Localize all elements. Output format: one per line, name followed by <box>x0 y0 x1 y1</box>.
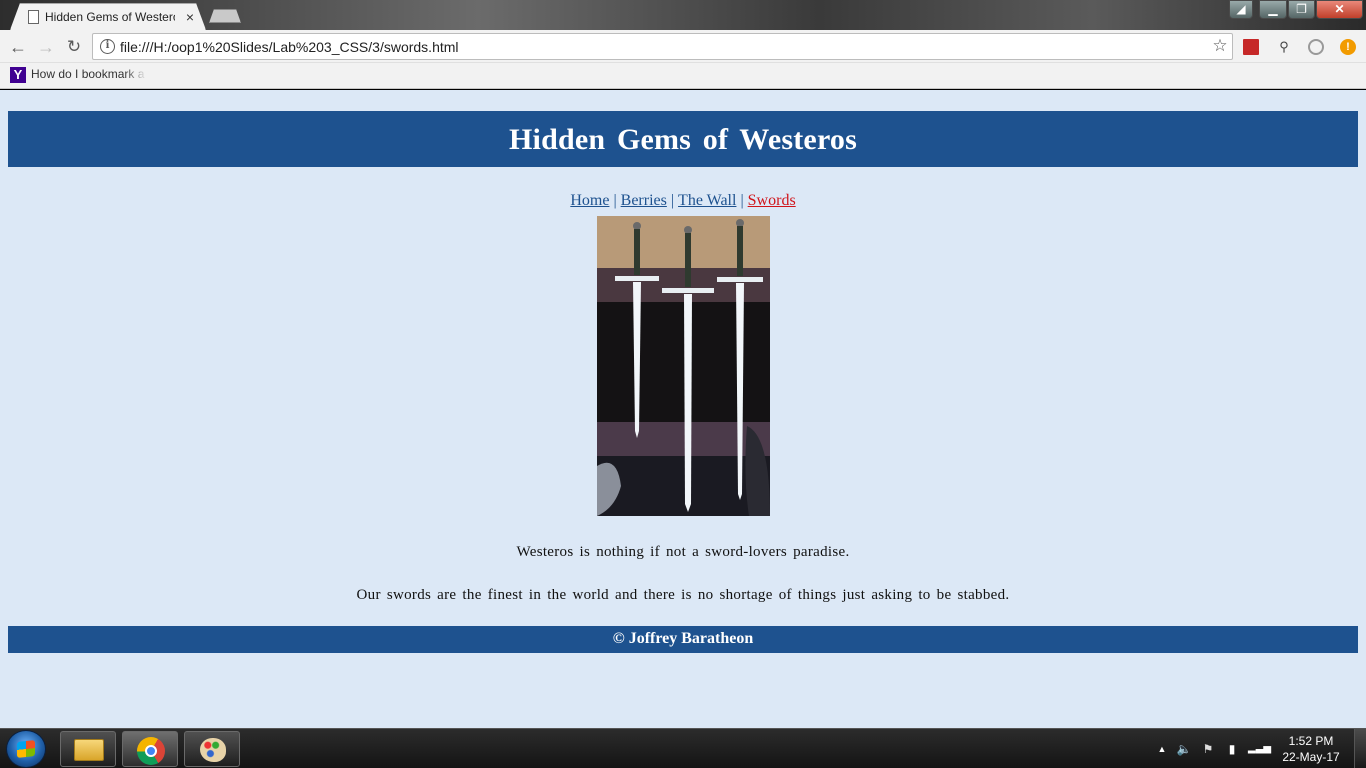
minimize-button[interactable]: ▁ <box>1259 0 1287 19</box>
browser-title-bar: Hidden Gems of Westeros × ◢ ▁ ❐ ✕ <box>0 0 1366 30</box>
address-bar[interactable]: i file:///H:/oop1%20Slides/Lab%203_CSS/3… <box>92 33 1233 60</box>
swords-image-svg <box>597 216 770 516</box>
windows-taskbar: ▲ 🔈 ⚑ ▮ ▂▃▅ 1:52 PM 22-May-17 <box>0 728 1366 768</box>
bookmark-item-label[interactable]: How do I bookmark a <box>31 67 147 83</box>
bookmark-extension-icon[interactable] <box>1243 39 1259 55</box>
taskbar-chrome-button[interactable] <box>122 731 178 767</box>
nav-link-home[interactable]: Home <box>566 192 613 209</box>
taskbar-clock[interactable]: 1:52 PM 22-May-17 <box>1276 733 1346 767</box>
reload-icon[interactable]: ↻ <box>62 35 86 59</box>
search-icon[interactable]: ⚲ <box>1276 39 1292 55</box>
page-favicon-icon <box>28 10 39 24</box>
footer-copyright: © Joffrey Baratheon <box>612 630 754 647</box>
action-center-flag-icon[interactable]: ⚑ <box>1200 741 1216 757</box>
web-page: Hidden Gems of Westeros Home | Berries | The… <box>0 90 1366 728</box>
site-header: Hidden Gems of Westeros <box>8 111 1358 167</box>
forward-arrow-icon[interactable]: → <box>34 35 58 59</box>
profile-button[interactable]: ◢ <box>1229 0 1253 19</box>
cast-extension-icon[interactable] <box>1308 39 1324 55</box>
nav-link-berries[interactable]: Berries <box>617 192 671 209</box>
system-tray: ▲ 🔈 ⚑ ▮ ▂▃▅ <box>1150 737 1272 761</box>
volume-icon[interactable]: 🔈 <box>1176 741 1192 757</box>
clock-time: 1:52 PM <box>1288 734 1334 748</box>
bookmark-star-icon[interactable]: ☆ <box>1211 36 1229 56</box>
intro-paragraph: Westeros is nothing if not a sword-lover… <box>516 544 850 560</box>
bookmarks-bar: Y How do I bookmark a <box>0 63 1366 89</box>
browser-toolbar: ← → ↻ i file:///H:/oop1%20Slides/Lab%203… <box>0 30 1366 63</box>
nav-link-swords[interactable]: Swords <box>744 192 800 209</box>
folder-icon <box>74 739 104 761</box>
description-paragraph: Our swords are the finest in the world a… <box>356 587 1010 603</box>
tab-close-icon[interactable]: × <box>183 9 197 25</box>
swords-image <box>597 216 770 516</box>
show-desktop-button[interactable] <box>1354 729 1366 768</box>
new-tab-button[interactable] <box>209 9 241 23</box>
site-nav: Home | Berries | The Wall | Swords <box>0 192 1366 216</box>
tab-title: Hidden Gems of Westeros <box>45 10 175 24</box>
clock-date: 22-May-17 <box>1282 750 1340 764</box>
browser-tab-active[interactable]: Hidden Gems of Westeros × <box>10 3 206 30</box>
chrome-icon <box>137 737 165 765</box>
site-footer: © Joffrey Baratheon <box>8 626 1358 653</box>
taskbar-paint-button[interactable] <box>184 731 240 767</box>
paint-palette-icon <box>200 738 226 762</box>
taskbar-explorer-button[interactable] <box>60 731 116 767</box>
nav-link-the-wall[interactable]: The Wall <box>674 192 740 209</box>
power-icon[interactable]: ▮ <box>1224 741 1240 757</box>
info-icon[interactable]: i <box>100 39 115 54</box>
back-arrow-icon[interactable]: ← <box>6 35 30 59</box>
page-title: Hidden Gems of Westeros <box>509 123 857 156</box>
yahoo-icon[interactable]: Y <box>10 67 26 83</box>
network-signal-icon[interactable]: ▂▃▅ <box>1248 741 1271 757</box>
start-button[interactable] <box>6 730 46 768</box>
maximize-button[interactable]: ❐ <box>1288 0 1315 19</box>
alert-extension-icon[interactable]: ! <box>1340 39 1356 55</box>
show-hidden-icons-icon[interactable]: ▲ <box>1154 741 1170 757</box>
url-text[interactable]: file:///H:/oop1%20Slides/Lab%203_CSS/3/s… <box>120 39 1200 57</box>
windows-logo-icon <box>17 740 35 758</box>
close-window-button[interactable]: ✕ <box>1316 0 1363 19</box>
